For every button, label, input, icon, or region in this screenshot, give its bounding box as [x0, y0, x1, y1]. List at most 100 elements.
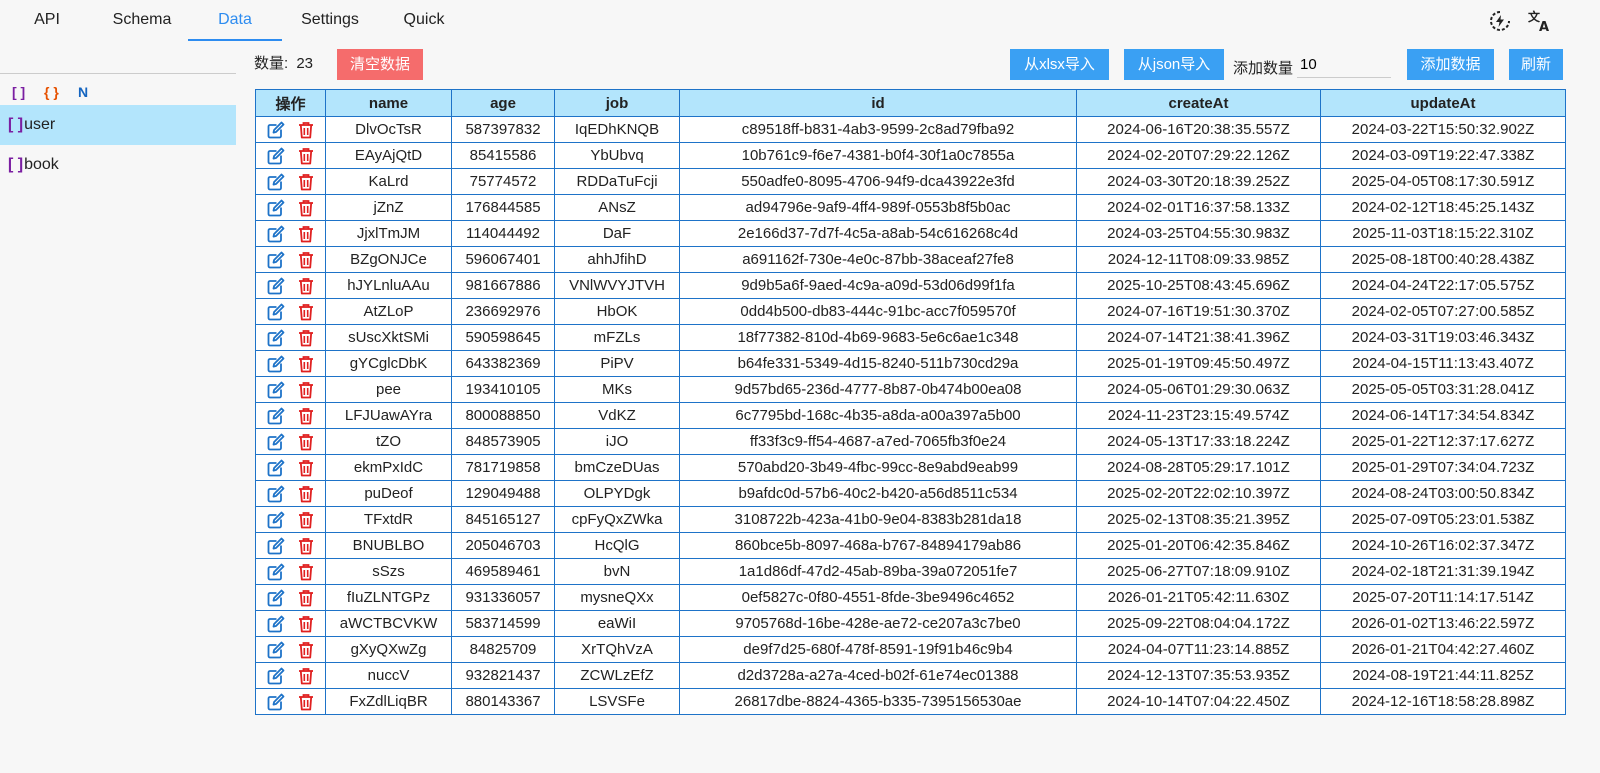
- edit-icon[interactable]: [266, 172, 286, 192]
- cell-updateat[interactable]: 2026-01-02T13:46:22.597Z: [1320, 610, 1566, 637]
- cell-age[interactable]: 981667886: [451, 272, 555, 299]
- cell-id[interactable]: de9f7d25-680f-478f-8591-19f91b46c9b4: [679, 636, 1077, 663]
- cell-age[interactable]: 85415586: [451, 142, 555, 169]
- edit-icon[interactable]: [266, 510, 286, 530]
- cell-age[interactable]: 75774572: [451, 168, 555, 195]
- cell-job[interactable]: bmCzeDUas: [554, 454, 680, 481]
- cell-job[interactable]: LSVSFe: [554, 688, 680, 715]
- cell-job[interactable]: ahhJfihD: [554, 246, 680, 273]
- cell-createat[interactable]: 2025-02-13T08:35:21.395Z: [1076, 506, 1321, 533]
- cell-age[interactable]: 114044492: [451, 220, 555, 247]
- delete-icon[interactable]: [296, 172, 316, 192]
- import-json-button[interactable]: 从json导入: [1124, 49, 1224, 80]
- cell-id[interactable]: 2e166d37-7d7f-4c5a-a8ab-54c616268c4d: [679, 220, 1077, 247]
- cell-updateat[interactable]: 2024-06-14T17:34:54.834Z: [1320, 402, 1566, 429]
- cell-id[interactable]: 9705768d-16be-428e-ae72-ce207a3c7be0: [679, 610, 1077, 637]
- cell-job[interactable]: VNlWVYJTVH: [554, 272, 680, 299]
- cell-name[interactable]: FxZdlLiqBR: [325, 688, 452, 715]
- cell-updateat[interactable]: 2025-07-20T11:14:17.514Z: [1320, 584, 1566, 611]
- cell-updateat[interactable]: 2024-12-16T18:58:28.898Z: [1320, 688, 1566, 715]
- delete-icon[interactable]: [296, 692, 316, 712]
- cell-id[interactable]: 0dd4b500-db83-444c-91bc-acc7f059570f: [679, 298, 1077, 325]
- edit-icon[interactable]: [266, 250, 286, 270]
- cell-updateat[interactable]: 2024-10-26T16:02:37.347Z: [1320, 532, 1566, 559]
- cell-id[interactable]: b64fe331-5349-4d15-8240-511b730cd29a: [679, 350, 1077, 377]
- cell-updateat[interactable]: 2024-03-09T19:22:47.338Z: [1320, 142, 1566, 169]
- edit-icon[interactable]: [266, 640, 286, 660]
- cell-name[interactable]: sSzs: [325, 558, 452, 585]
- delete-icon[interactable]: [296, 510, 316, 530]
- cell-age[interactable]: 781719858: [451, 454, 555, 481]
- edit-icon[interactable]: [266, 692, 286, 712]
- cell-age[interactable]: 845165127: [451, 506, 555, 533]
- cell-job[interactable]: cpFyQxZWka: [554, 506, 680, 533]
- cell-id[interactable]: 9d9b5a6f-9aed-4c9a-a09d-53d06d99f1fa: [679, 272, 1077, 299]
- translate-icon[interactable]: 文 A: [1527, 8, 1553, 34]
- cell-name[interactable]: LFJUawAYra: [325, 402, 452, 429]
- cell-createat[interactable]: 2024-06-16T20:38:35.557Z: [1076, 116, 1321, 143]
- cell-updateat[interactable]: 2025-07-09T05:23:01.538Z: [1320, 506, 1566, 533]
- cell-job[interactable]: PiPV: [554, 350, 680, 377]
- cell-name[interactable]: TFxtdR: [325, 506, 452, 533]
- delete-icon[interactable]: [296, 640, 316, 660]
- cell-age[interactable]: 800088850: [451, 402, 555, 429]
- delete-icon[interactable]: [296, 302, 316, 322]
- edit-icon[interactable]: [266, 120, 286, 140]
- edit-icon[interactable]: [266, 380, 286, 400]
- cell-createat[interactable]: 2024-02-01T16:37:58.133Z: [1076, 194, 1321, 221]
- edit-icon[interactable]: [266, 536, 286, 556]
- cell-name[interactable]: KaLrd: [325, 168, 452, 195]
- delete-icon[interactable]: [296, 614, 316, 634]
- cell-createat[interactable]: 2024-05-13T17:33:18.224Z: [1076, 428, 1321, 455]
- cell-job[interactable]: iJO: [554, 428, 680, 455]
- cell-job[interactable]: IqEDhKNQB: [554, 116, 680, 143]
- cell-createat[interactable]: 2024-07-16T19:51:30.370Z: [1076, 298, 1321, 325]
- cell-name[interactable]: tZO: [325, 428, 452, 455]
- cell-age[interactable]: 848573905: [451, 428, 555, 455]
- cell-createat[interactable]: 2024-04-07T11:23:14.885Z: [1076, 636, 1321, 663]
- cell-createat[interactable]: 2025-01-19T09:45:50.497Z: [1076, 350, 1321, 377]
- edit-icon[interactable]: [266, 354, 286, 374]
- cell-age[interactable]: 193410105: [451, 376, 555, 403]
- edit-icon[interactable]: [266, 614, 286, 634]
- cell-job[interactable]: XrTQhVzA: [554, 636, 680, 663]
- delete-icon[interactable]: [296, 224, 316, 244]
- cell-name[interactable]: jZnZ: [325, 194, 452, 221]
- delete-icon[interactable]: [296, 276, 316, 296]
- cell-age[interactable]: 469589461: [451, 558, 555, 585]
- cell-name[interactable]: DlvOcTsR: [325, 116, 452, 143]
- cell-updateat[interactable]: 2024-03-31T19:03:46.343Z: [1320, 324, 1566, 351]
- cell-updateat[interactable]: 2025-04-05T08:17:30.591Z: [1320, 168, 1566, 195]
- edit-icon[interactable]: [266, 458, 286, 478]
- cell-name[interactable]: EAyAjQtD: [325, 142, 452, 169]
- filter-object[interactable]: { }: [44, 84, 59, 100]
- delete-icon[interactable]: [296, 250, 316, 270]
- delete-icon[interactable]: [296, 666, 316, 686]
- cell-age[interactable]: 176844585: [451, 194, 555, 221]
- cell-id[interactable]: ff33f3c9-ff54-4687-a7ed-7065fb3f0e24: [679, 428, 1077, 455]
- import-xlsx-button[interactable]: 从xlsx导入: [1010, 49, 1109, 80]
- cell-createat[interactable]: 2024-03-25T04:55:30.983Z: [1076, 220, 1321, 247]
- edit-icon[interactable]: [266, 666, 286, 686]
- cell-createat[interactable]: 2026-01-21T05:42:11.630Z: [1076, 584, 1321, 611]
- cell-createat[interactable]: 2024-10-14T07:04:22.450Z: [1076, 688, 1321, 715]
- collection-search-input[interactable]: [0, 48, 236, 74]
- cell-job[interactable]: eaWiI: [554, 610, 680, 637]
- edit-icon[interactable]: [266, 328, 286, 348]
- cell-name[interactable]: gYCglcDbK: [325, 350, 452, 377]
- cell-createat[interactable]: 2024-11-23T23:15:49.574Z: [1076, 402, 1321, 429]
- cell-updateat[interactable]: 2024-02-18T21:31:39.194Z: [1320, 558, 1566, 585]
- cell-updateat[interactable]: 2025-01-22T12:37:17.627Z: [1320, 428, 1566, 455]
- delete-icon[interactable]: [296, 432, 316, 452]
- cell-createat[interactable]: 2024-08-28T05:29:17.101Z: [1076, 454, 1321, 481]
- cell-job[interactable]: mysneQXx: [554, 584, 680, 611]
- cell-createat[interactable]: 2025-01-20T06:42:35.846Z: [1076, 532, 1321, 559]
- cell-name[interactable]: sUscXktSMi: [325, 324, 452, 351]
- sidebar-item-book[interactable]: [ ]book: [0, 145, 236, 185]
- cell-name[interactable]: JjxlTmJM: [325, 220, 452, 247]
- tab-api[interactable]: API: [24, 0, 70, 41]
- cell-age[interactable]: 596067401: [451, 246, 555, 273]
- cell-id[interactable]: 26817dbe-8824-4365-b335-7395156530ae: [679, 688, 1077, 715]
- tab-data[interactable]: Data: [188, 0, 282, 41]
- cell-id[interactable]: b9afdc0d-57b6-40c2-b420-a56d8511c534: [679, 480, 1077, 507]
